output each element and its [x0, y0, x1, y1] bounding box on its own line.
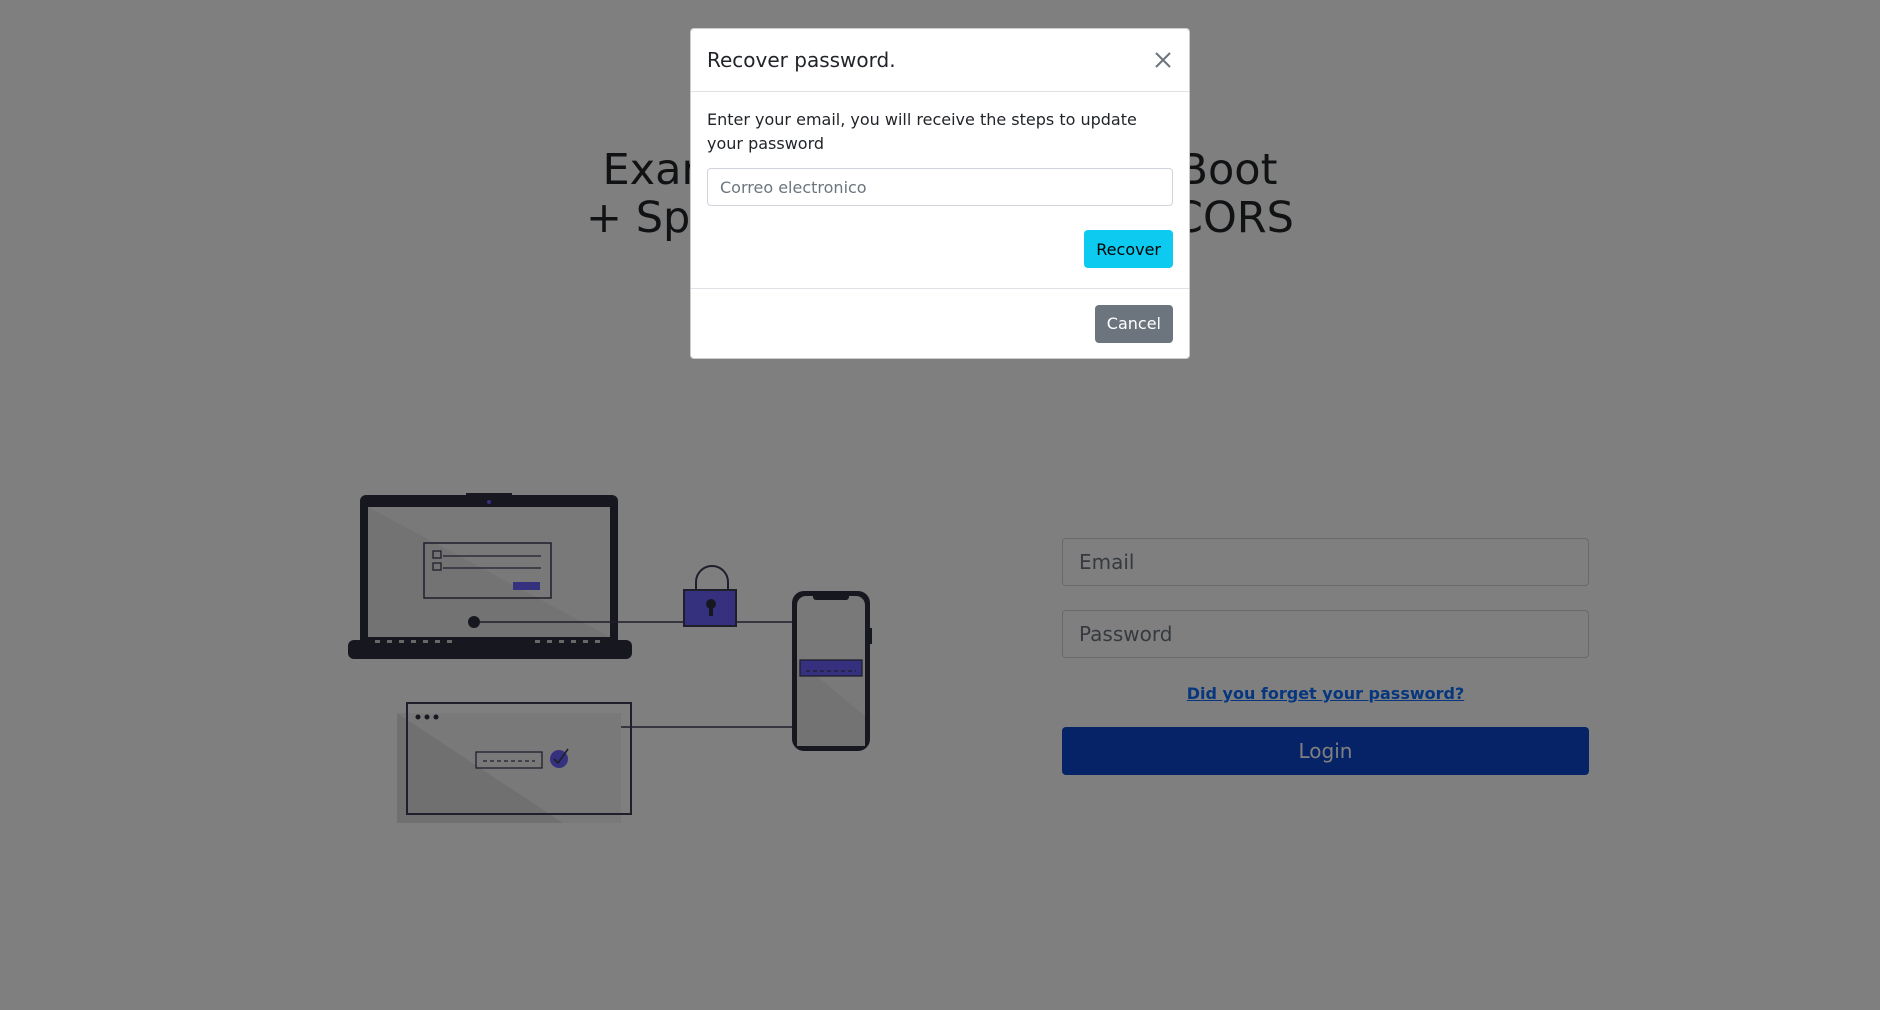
close-icon[interactable] [1151, 48, 1175, 72]
modal-title: Recover password. [707, 48, 896, 72]
modal-instructions: Enter your email, you will receive the s… [707, 110, 1137, 153]
recover-email-placeholder: Correo electronico [720, 177, 867, 197]
recover-row: Recover [707, 230, 1173, 268]
modal-footer: Cancel [691, 288, 1189, 358]
recover-password-modal: Recover password. Enter your email, you … [690, 28, 1190, 359]
recover-button[interactable]: Recover [1084, 230, 1173, 268]
recover-email-input[interactable]: Correo electronico [707, 168, 1173, 206]
cancel-button[interactable]: Cancel [1094, 304, 1173, 343]
modal-header: Recover password. [691, 29, 1189, 92]
modal-body: Enter your email, you will receive the s… [691, 92, 1189, 268]
